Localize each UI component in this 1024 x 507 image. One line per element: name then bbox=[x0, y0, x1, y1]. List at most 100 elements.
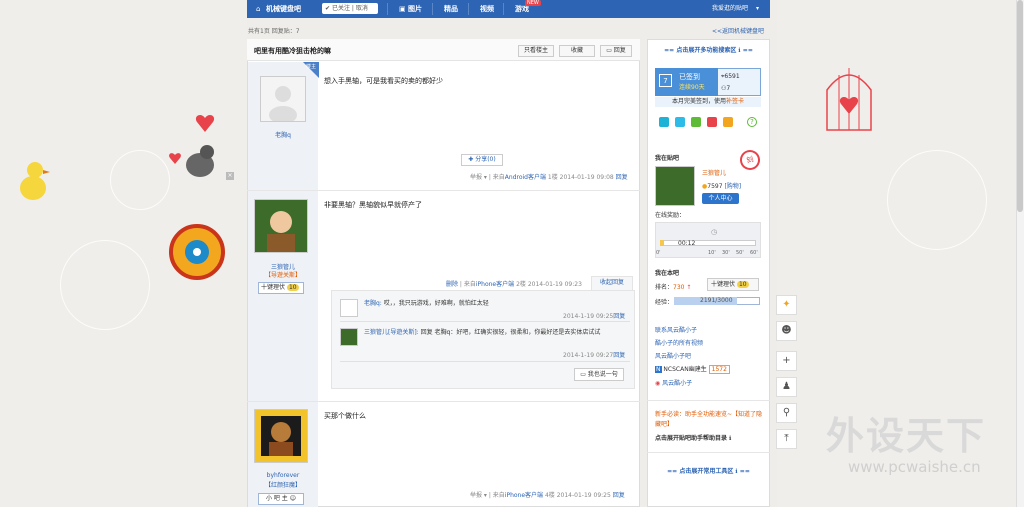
image-icon: ▣ bbox=[399, 5, 406, 13]
thread-meta: 共有1页 回复贴：7 bbox=[248, 26, 300, 35]
delete-link[interactable]: 删除 bbox=[446, 281, 458, 288]
sidebar-link[interactable]: 联系风云酷小子 bbox=[655, 325, 697, 334]
share-button[interactable]: ✚ 分享(0) bbox=[461, 154, 503, 166]
collapse-replies-button[interactable]: 收起回复 bbox=[591, 276, 633, 290]
background-swirl bbox=[60, 240, 150, 330]
comment-item: 三狼管儿[导遊关斯]: 回复 老胸q：好吧，红确实很轻，很柔和，你最好还是去实体… bbox=[364, 328, 628, 338]
app-icon-5[interactable] bbox=[723, 117, 733, 127]
source-prefix: 来自 bbox=[492, 492, 505, 499]
post-meta: 删除 | 来自iPhone客户端 2楼 2014-01-19 09:23 bbox=[446, 281, 582, 288]
author-badge: 【红颜狂魔】 bbox=[264, 482, 301, 489]
search-icon[interactable]: ⚲ bbox=[776, 403, 797, 423]
timer-progress-track bbox=[660, 240, 756, 246]
helper-toggle[interactable]: 点击展开贴吧助手帮助目录 ℹ bbox=[655, 433, 731, 442]
share-label: 分享(0) bbox=[475, 156, 496, 163]
say-something-button[interactable]: ▭ 我也说一句 bbox=[574, 368, 624, 381]
close-icon[interactable]: × bbox=[226, 172, 234, 180]
back-to-forum-link[interactable]: <<返回机械键盘吧 bbox=[712, 26, 764, 35]
post-time: 2014-01-19 09:25 bbox=[556, 492, 611, 499]
sign-note-text: 本月完美签到，使用 bbox=[671, 98, 726, 105]
timer-tick: 30' bbox=[722, 250, 730, 256]
app-icon-4[interactable] bbox=[707, 117, 717, 127]
client-link[interactable]: iPhone客户端 bbox=[505, 492, 543, 499]
ncscan-value: 1572 bbox=[708, 365, 730, 374]
client-link[interactable]: iPhone客户端 bbox=[476, 281, 514, 288]
comment-author[interactable]: 三狼管儿[导遊关斯]: bbox=[364, 329, 419, 336]
comment-author[interactable]: 老胸q: bbox=[364, 300, 382, 307]
floor-number: 4楼 bbox=[544, 492, 555, 499]
newbie-note[interactable]: 新手必读：助手全功能速览~【知道了隐藏吧】 bbox=[655, 410, 765, 430]
author-name[interactable]: byhforever bbox=[248, 472, 318, 479]
weibo-icon: ◉ bbox=[655, 380, 661, 387]
ncscan-label: NCSCAN幽建生 bbox=[663, 366, 707, 373]
level-number: 10 bbox=[286, 284, 299, 291]
follow-state-label: 已关注 bbox=[331, 5, 350, 12]
home-icon[interactable]: ⌂ bbox=[256, 5, 260, 13]
forum-name-link[interactable]: 机械键盘吧 bbox=[266, 0, 301, 18]
avatar[interactable] bbox=[655, 166, 695, 206]
follow-toggle[interactable]: ✔ 已关注 | 取消 bbox=[322, 3, 378, 14]
report-link[interactable]: 举报 bbox=[470, 174, 482, 181]
app-icon-2[interactable] bbox=[675, 117, 685, 127]
favorite-button[interactable]: 收藏 bbox=[559, 45, 595, 57]
points-value: 7597 bbox=[707, 183, 723, 190]
app-icon-1[interactable] bbox=[659, 117, 669, 127]
reply-link[interactable]: 回复 bbox=[616, 174, 628, 181]
app-icon-3[interactable] bbox=[691, 117, 701, 127]
nav-divider bbox=[468, 3, 469, 15]
client-link[interactable]: Android客户端 bbox=[505, 174, 546, 181]
reply-link[interactable]: 回复 bbox=[613, 492, 625, 499]
sign-card-link[interactable]: 补签卡 bbox=[726, 98, 744, 105]
search-area-toggle[interactable]: == 点击展开多功能搜索区 ℹ == bbox=[647, 44, 770, 58]
birdcage-icon bbox=[826, 68, 872, 131]
only-op-button[interactable]: 只看楼主 bbox=[518, 45, 554, 57]
magic-wand-icon[interactable]: ✦ bbox=[776, 295, 797, 315]
avatar[interactable] bbox=[254, 199, 308, 253]
shop-link[interactable]: [购物] bbox=[724, 183, 741, 190]
user-icon[interactable]: ♟ bbox=[776, 377, 797, 397]
scrollbar-thumb[interactable] bbox=[1017, 0, 1023, 212]
plus-icon[interactable]: + bbox=[776, 351, 797, 371]
left-decorative-background: × bbox=[0, 0, 247, 507]
my-forums-menu[interactable]: 我爱逛的贴吧 bbox=[712, 0, 748, 18]
comment-reply-link[interactable]: 回复 bbox=[613, 352, 625, 359]
mask-icon[interactable]: ☻ bbox=[776, 321, 797, 341]
tab-videos[interactable]: 视频 bbox=[480, 0, 494, 18]
comment-reply-link[interactable]: 回复 bbox=[613, 313, 625, 320]
avatar[interactable] bbox=[254, 409, 308, 463]
avatar[interactable] bbox=[340, 328, 358, 346]
sidebar-link[interactable]: 酷小子的所有视频 bbox=[655, 338, 703, 347]
user-avatar-image bbox=[255, 410, 307, 462]
tab-featured[interactable]: 精品 bbox=[444, 0, 458, 18]
back-to-top-icon[interactable]: ⤒ bbox=[776, 429, 797, 449]
personal-center-button[interactable]: 个人中心 bbox=[702, 193, 739, 204]
comment-item: 老胸q: 哎，，我只玩游戏，好难啊，就怕红太轻 bbox=[364, 299, 624, 309]
unfollow-link[interactable]: 取消 bbox=[356, 5, 368, 12]
sign-count-value: 7 bbox=[726, 85, 731, 92]
sidebar-username[interactable]: 三狼管儿 bbox=[702, 168, 726, 177]
help-icon[interactable]: ? bbox=[747, 117, 757, 127]
comment-icon: ▭ bbox=[606, 47, 612, 54]
tab-images[interactable]: 图片 bbox=[408, 0, 422, 18]
ncscan-item[interactable]: N NCSCAN幽建生 1572 bbox=[655, 364, 730, 374]
avatar[interactable] bbox=[340, 299, 358, 317]
weibo-item[interactable]: ◉ 风云酷小子 bbox=[655, 378, 692, 387]
signed-in-button[interactable]: 7 已签到 连续90天 bbox=[655, 68, 718, 96]
post-content: 非要黑轴？黑轴貌似早就停产了 bbox=[324, 201, 422, 209]
tools-area-toggle[interactable]: == 点击展开常用工具区 ℹ == bbox=[647, 465, 770, 479]
lucky-wheel-icon[interactable] bbox=[165, 210, 240, 290]
comment-time: 2014-1-19 09:25 bbox=[563, 313, 614, 320]
nav-divider bbox=[503, 3, 504, 15]
author-name[interactable]: 老胸q bbox=[248, 130, 318, 139]
comment-meta: 2014-1-19 09:25回复 bbox=[563, 311, 625, 320]
sidebar-link[interactable]: 风云酷小子吧 bbox=[655, 351, 691, 360]
arrow-up-icon: ↑ bbox=[686, 284, 692, 291]
floor-number: 2楼 bbox=[516, 281, 526, 288]
post-time: 2014-01-19 09:08 bbox=[559, 174, 614, 181]
avatar[interactable] bbox=[260, 76, 306, 124]
watermark-url: www.pcwaishe.cn bbox=[848, 458, 981, 476]
reply-button[interactable]: ▭ 回复 bbox=[600, 45, 632, 57]
floor-number: 1楼 bbox=[547, 174, 558, 181]
background-swirl bbox=[110, 150, 170, 210]
report-link[interactable]: 举报 bbox=[470, 492, 482, 499]
